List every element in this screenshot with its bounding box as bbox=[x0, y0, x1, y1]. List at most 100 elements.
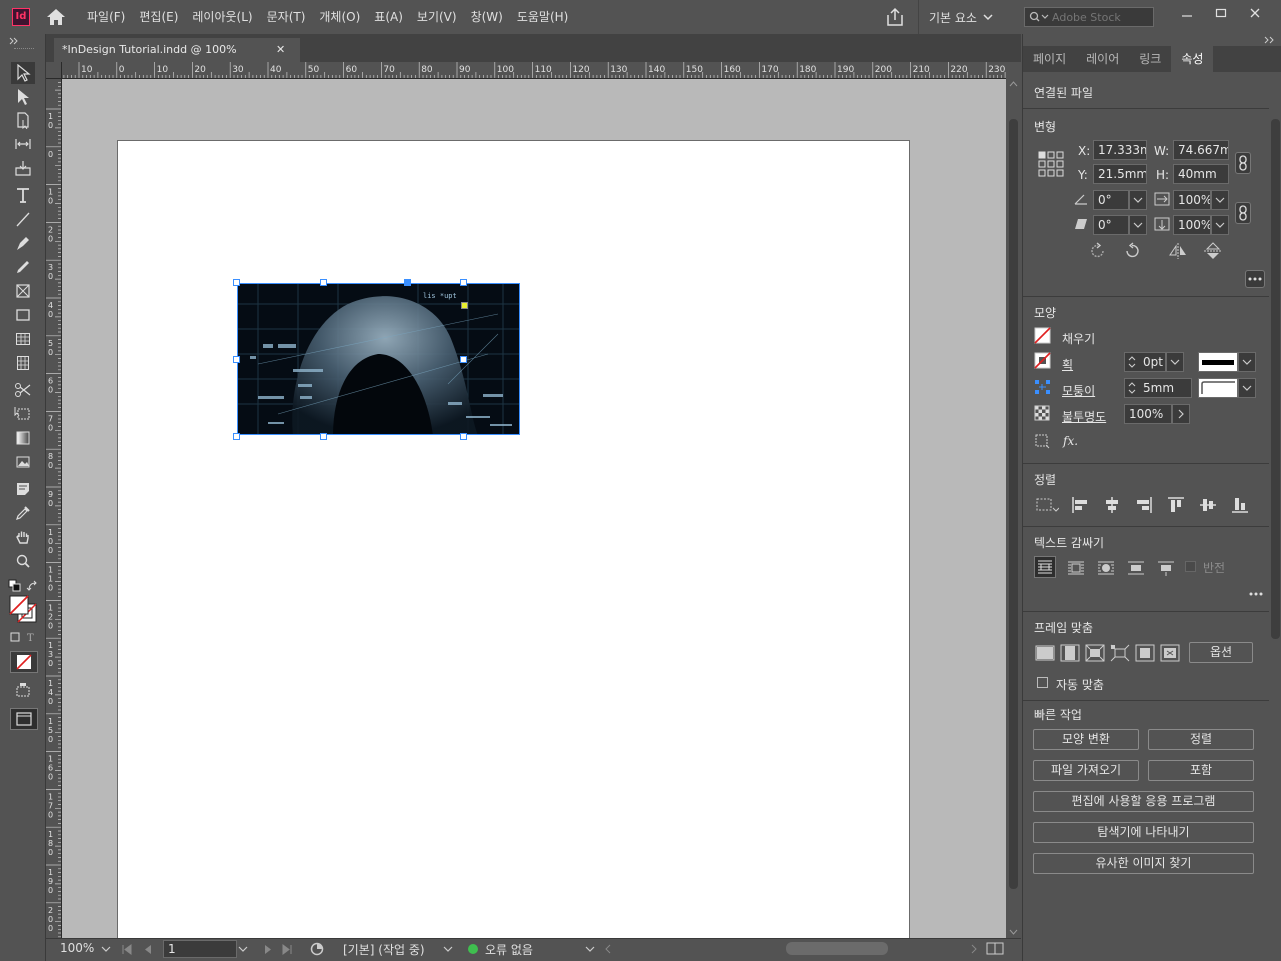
wrap-next-column-icon[interactable] bbox=[1156, 558, 1176, 578]
panel-scroll-thumb[interactable] bbox=[1271, 119, 1280, 639]
selection-tool[interactable] bbox=[11, 62, 35, 84]
page-chevron-icon[interactable] bbox=[238, 945, 248, 953]
scroll-right-icon[interactable] bbox=[970, 944, 978, 954]
panel-collapse-icon[interactable] bbox=[1263, 36, 1277, 44]
menu-object[interactable]: 개체(O) bbox=[312, 0, 367, 34]
find-similar-images-button[interactable]: 유사한 이미지 찾기 bbox=[1033, 853, 1254, 874]
align-to-selection-icon[interactable] bbox=[1035, 496, 1059, 514]
document-tab[interactable]: *InDesign Tutorial.indd @ 100% ✕ bbox=[54, 38, 300, 62]
opacity-field[interactable]: 100% bbox=[1124, 404, 1172, 424]
screen-mode-button[interactable] bbox=[10, 708, 38, 730]
fill-swatch-icon[interactable] bbox=[1034, 327, 1052, 345]
free-transform-tool[interactable] bbox=[11, 403, 35, 425]
constrain-scale-button[interactable] bbox=[1235, 202, 1251, 224]
menu-layout[interactable]: 레이아웃(L) bbox=[185, 0, 259, 34]
workspace-switcher[interactable]: 기본 요소 bbox=[918, 0, 1005, 34]
y-position-field[interactable]: 21.5mm bbox=[1093, 164, 1147, 184]
fill-frame-proportionally-icon[interactable] bbox=[1035, 644, 1055, 662]
minimize-button[interactable] bbox=[1170, 0, 1204, 26]
split-window-icon[interactable] bbox=[986, 942, 1004, 956]
vertical-ruler[interactable]: 1001020304050607080901001101201301401501… bbox=[46, 79, 62, 939]
collapse-icon[interactable] bbox=[8, 37, 20, 45]
scale-x-dropdown[interactable] bbox=[1211, 190, 1229, 210]
flip-vertical-icon[interactable] bbox=[1203, 242, 1223, 260]
wrap-jump-object-icon[interactable] bbox=[1126, 558, 1146, 578]
rotation-field[interactable]: 0° bbox=[1093, 190, 1129, 210]
menu-file[interactable]: 파일(F) bbox=[80, 0, 132, 34]
constrain-proportions-button[interactable] bbox=[1235, 152, 1251, 174]
swap-colors-icon[interactable] bbox=[26, 580, 40, 594]
hand-tool[interactable] bbox=[11, 526, 35, 548]
canvas-scroll-thumb[interactable] bbox=[1009, 119, 1018, 889]
type-tool[interactable] bbox=[11, 184, 35, 206]
zoom-chevron-icon[interactable] bbox=[101, 945, 111, 953]
align-horizontal-center-icon[interactable] bbox=[1103, 496, 1121, 514]
profile-chevron-icon[interactable] bbox=[443, 945, 453, 953]
scale-y-dropdown[interactable] bbox=[1211, 215, 1229, 235]
zoom-tool[interactable] bbox=[11, 550, 35, 572]
fit-content-to-frame-icon[interactable] bbox=[1110, 644, 1130, 662]
align-left-icon[interactable] bbox=[1071, 496, 1089, 514]
rotate-cw-icon[interactable] bbox=[1089, 242, 1107, 260]
pasteboard[interactable]: lis *upt bbox=[62, 79, 1006, 939]
invert-checkbox[interactable] bbox=[1185, 561, 1196, 572]
tab-links[interactable]: 링크 bbox=[1129, 46, 1171, 72]
close-button[interactable] bbox=[1238, 0, 1272, 26]
align-top-icon[interactable] bbox=[1167, 496, 1185, 514]
menu-view[interactable]: 보기(V) bbox=[410, 0, 464, 34]
flip-horizontal-icon[interactable] bbox=[1168, 242, 1188, 260]
page-number-field[interactable]: 1 bbox=[163, 940, 237, 958]
corner-shape-dropdown[interactable] bbox=[1238, 378, 1256, 398]
auto-fit-checkbox[interactable] bbox=[1037, 677, 1048, 688]
edit-with-button[interactable]: 편집에 사용할 응용 프로그램 bbox=[1033, 791, 1254, 812]
fx-button[interactable]: fx. bbox=[1063, 434, 1078, 448]
default-colors-icon[interactable] bbox=[8, 579, 22, 593]
horizontal-scroll-thumb[interactable] bbox=[786, 942, 888, 955]
import-file-button[interactable]: 파일 가져오기 bbox=[1033, 760, 1139, 781]
error-status[interactable]: 오류 없음 bbox=[485, 941, 533, 958]
transform-more-button[interactable] bbox=[1245, 270, 1265, 288]
shear-field[interactable]: 0° bbox=[1093, 215, 1129, 235]
maximize-button[interactable] bbox=[1204, 0, 1238, 26]
handle-content-grabber[interactable] bbox=[404, 279, 411, 286]
menu-table[interactable]: 표(A) bbox=[367, 0, 410, 34]
frame-fit-options-button[interactable]: 옵션 bbox=[1189, 642, 1253, 663]
stock-search-input[interactable] bbox=[1052, 10, 1142, 24]
fill-stroke-swatch[interactable] bbox=[9, 595, 39, 625]
align-bottom-icon[interactable] bbox=[1231, 496, 1249, 514]
width-field[interactable]: 74.667mm bbox=[1173, 140, 1229, 160]
corner-label[interactable]: 모퉁이 bbox=[1062, 382, 1095, 399]
handle-bottom-center[interactable] bbox=[320, 433, 327, 440]
tab-properties[interactable]: 속성 bbox=[1171, 46, 1214, 72]
rotation-dropdown[interactable] bbox=[1129, 190, 1147, 210]
notes-tool[interactable] bbox=[11, 478, 35, 500]
page-tool[interactable] bbox=[11, 109, 35, 131]
embed-button[interactable]: 포함 bbox=[1148, 760, 1254, 781]
object-effects-icon[interactable] bbox=[1034, 433, 1050, 449]
horizontal-grid-tool[interactable] bbox=[11, 328, 35, 350]
page-nav-next-last-icon[interactable] bbox=[261, 944, 301, 956]
fit-content-proportionally-icon[interactable] bbox=[1060, 644, 1080, 662]
zoom-level[interactable]: 100% bbox=[60, 941, 94, 955]
height-field[interactable]: 40mm bbox=[1173, 164, 1229, 184]
align-right-icon[interactable] bbox=[1135, 496, 1153, 514]
text-wrap-more-icon[interactable] bbox=[1247, 590, 1265, 598]
x-position-field[interactable]: 17.333mm bbox=[1093, 140, 1147, 160]
reference-point-icon[interactable] bbox=[1037, 150, 1065, 178]
stepper-icon[interactable] bbox=[1127, 381, 1137, 395]
scroll-down-icon[interactable] bbox=[1009, 929, 1018, 935]
corner-shape-select[interactable] bbox=[1198, 378, 1238, 398]
ruler-origin[interactable] bbox=[46, 62, 62, 79]
stroke-label[interactable]: 획 bbox=[1062, 356, 1073, 373]
shear-dropdown[interactable] bbox=[1129, 215, 1147, 235]
document-page[interactable]: lis *upt bbox=[117, 140, 910, 939]
apply-none-button[interactable] bbox=[10, 651, 38, 673]
handle-top-center[interactable] bbox=[320, 279, 327, 286]
note-tool[interactable] bbox=[11, 451, 35, 473]
handle-top-left[interactable] bbox=[233, 279, 240, 286]
gap-tool[interactable] bbox=[11, 133, 35, 155]
gradient-swatch-tool[interactable] bbox=[11, 427, 35, 449]
menu-type[interactable]: 문자(T) bbox=[260, 0, 313, 34]
panel-scrollbar[interactable] bbox=[1269, 74, 1281, 954]
menu-edit[interactable]: 편집(E) bbox=[132, 0, 185, 34]
